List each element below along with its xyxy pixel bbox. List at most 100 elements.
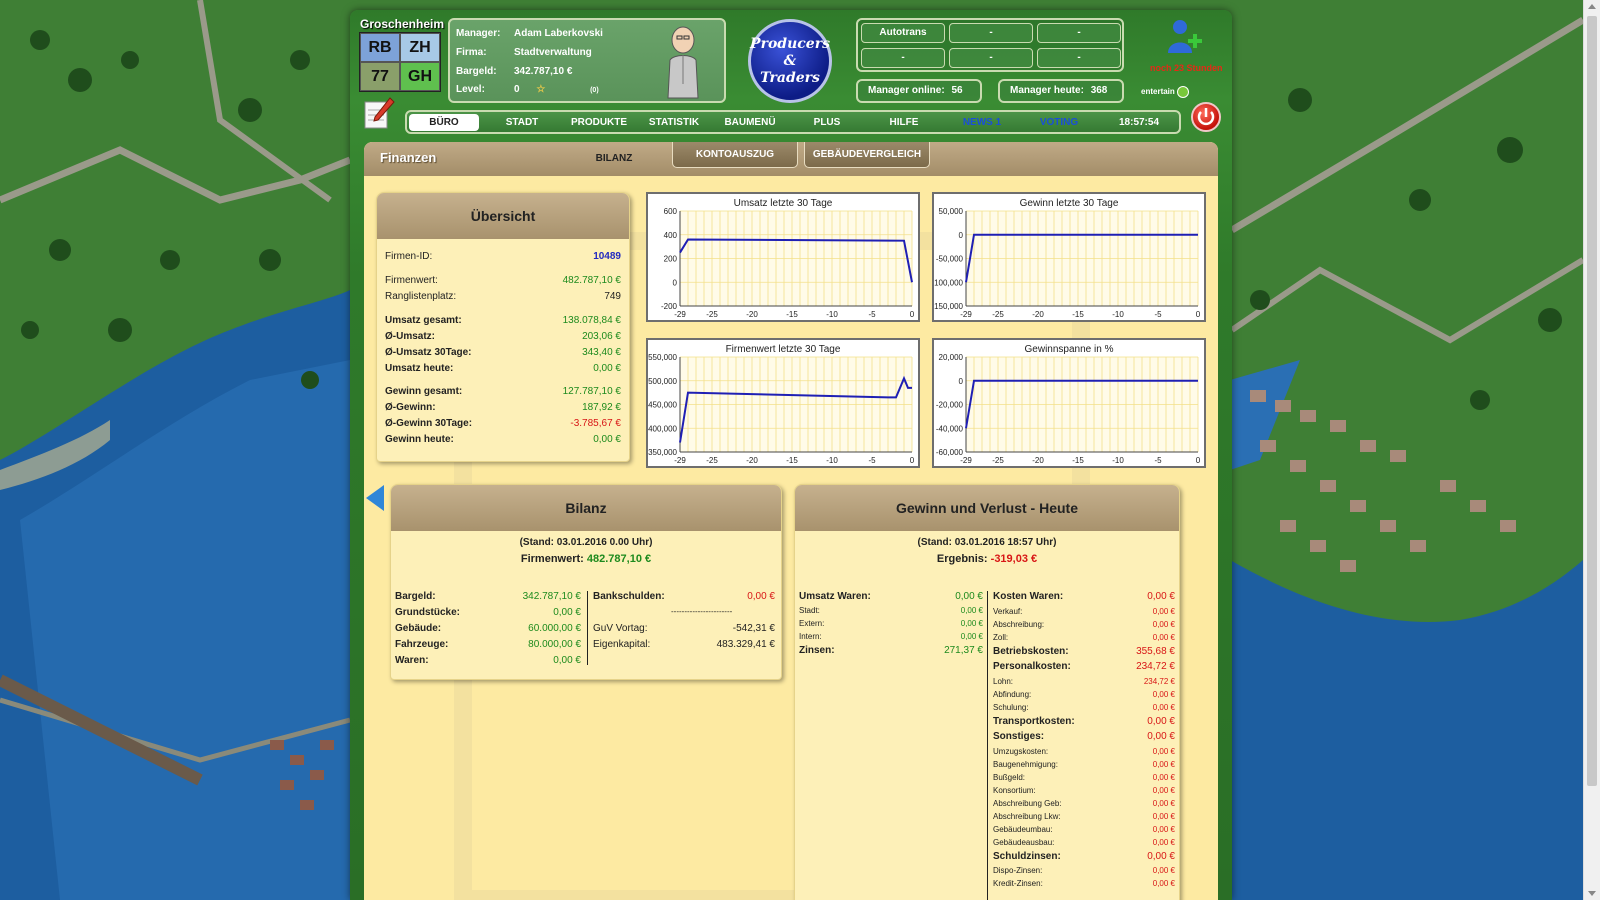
guv-ergebnis: Ergebnis: -319,03 €	[795, 553, 1179, 565]
power-icon	[1197, 108, 1215, 126]
nav-voting[interactable]: VOTING	[1024, 114, 1094, 131]
bilanz-aktiva-row-label: Gebäude:	[395, 623, 442, 634]
guv-aufwand-row-value: 0,00 €	[1152, 879, 1175, 888]
tab-gebaeudevergleich[interactable]: GEBÄUDEVERGLEICH	[804, 142, 930, 168]
tab-bilanz[interactable]: BILANZ	[574, 146, 654, 172]
slot-empty[interactable]: -	[1037, 23, 1121, 43]
nav-stadt[interactable]: STADT	[487, 114, 557, 131]
scroll-up-arrow[interactable]	[1588, 4, 1596, 9]
guv-ertrag-row-value: 0,00 €	[960, 606, 983, 615]
overview-row: Gewinn gesamt: 127.787,10 €	[385, 386, 621, 400]
bilanz-firmenwert-label: Firmenwert:	[520, 553, 584, 565]
overview-row-value: 138.078,84 €	[562, 315, 621, 326]
bilanz-firmenwert: Firmenwert: 482.787,10 €	[391, 553, 781, 565]
manager-label: Manager:	[456, 28, 501, 39]
guv-ertrag-row-label: Stadt:	[799, 606, 820, 615]
logout-power-button[interactable]	[1191, 102, 1221, 132]
nav-news[interactable]: NEWS 1	[947, 114, 1017, 131]
guv-aufwand-row: Dispo-Zinsen: 0,00 €	[993, 866, 1175, 880]
chart-umsatz: Umsatz letzte 30 Tage 600 400 200 0 -20 0 -29 -2…	[646, 192, 920, 322]
nav-baumenue[interactable]: BAUMENÜ	[710, 114, 790, 131]
y-tick-label: 350,000	[648, 448, 677, 457]
guv-aufwand-row: Abschreibung: 0,00 €	[993, 620, 1175, 634]
bilanz-aktiva-row: Gebäude: 60.000,00 €	[395, 623, 581, 637]
y-tick-label: 600	[664, 207, 678, 216]
nav-produkte[interactable]: PRODUKTE	[559, 114, 639, 131]
bilanz-aktiva-row-label: Bargeld:	[395, 591, 436, 602]
guv-aufwand-row-label: Kredit-Zinsen:	[993, 879, 1043, 888]
guv-aufwand-row-value: 0,00 €	[1152, 785, 1175, 795]
x-tick-label: 0	[910, 456, 915, 465]
x-tick-label: -15	[1072, 310, 1084, 319]
bilanz-passiva-row-label: Bankschulden:	[593, 591, 665, 602]
slot-empty[interactable]: -	[949, 23, 1033, 43]
guv-ertrag-row-value: 0,00 €	[960, 619, 983, 628]
city-cell[interactable]: GH	[400, 62, 440, 91]
city-selector[interactable]: RB ZH 77 GH	[359, 32, 441, 92]
guv-aufwand-row-label: Abschreibung Lkw:	[993, 811, 1061, 821]
bargeld-value: 342.787,10 €	[514, 66, 573, 77]
guv-aufwand-row-label: Bußgeld:	[993, 772, 1026, 782]
guv-aufwand-row-label: Verkauf:	[993, 606, 1023, 616]
nav-hilfe[interactable]: HILFE	[869, 114, 939, 131]
page-scrollbar[interactable]	[1583, 0, 1600, 900]
chart-gewinn: Gewinn letzte 30 Tage 50,000 0 -50,000 -100,…	[932, 192, 1206, 322]
x-tick-label: -10	[1112, 456, 1124, 465]
city-cell[interactable]: RB	[360, 33, 400, 62]
slot-empty[interactable]: -	[949, 48, 1033, 68]
slot-empty[interactable]: -	[1037, 48, 1121, 68]
manager-avatar	[667, 26, 699, 99]
guv-ergebnis-value: -319,03 €	[990, 553, 1038, 565]
notepad-pencil-icon[interactable]	[362, 96, 396, 130]
scrollbar-thumb[interactable]	[1587, 16, 1597, 786]
x-tick-label: -5	[868, 310, 876, 319]
city-cell[interactable]: ZH	[400, 33, 440, 62]
overview-row-value: 343,40 €	[582, 347, 621, 358]
guv-aufwand-row-label: Personalkosten:	[993, 661, 1071, 672]
bilanz-passiva-row-label: Eigenkapital:	[593, 639, 651, 650]
scroll-down-arrow[interactable]	[1588, 891, 1596, 896]
y-tick-label: 550,000	[648, 353, 677, 362]
guv-aufwand-row-value: 0,00 €	[1152, 689, 1175, 699]
guv-aufwand-row-value: 0,00 €	[1152, 619, 1175, 629]
guv-aufwand-row: Betriebskosten: 355,68 €	[993, 646, 1175, 660]
x-tick-label: -20	[746, 310, 758, 319]
manager-online-label: Manager online:	[868, 85, 945, 96]
y-tick-label: 400,000	[648, 424, 677, 433]
guv-aufwand-row: Sonstiges: 0,00 €	[993, 731, 1175, 745]
y-tick-label: 200	[664, 255, 678, 264]
guv-aufwand-row: Kredit-Zinsen: 0,00 €	[993, 879, 1175, 893]
slot-empty[interactable]: -	[861, 48, 945, 68]
bilanz-passiva-row: GuV Vortag: -542,31 €	[593, 623, 775, 637]
producers-traders-logo[interactable]: Producers & Traders	[748, 19, 832, 103]
guv-title: Gewinn und Verlust - Heute	[795, 485, 1179, 531]
add-user-icon[interactable]	[1166, 17, 1202, 57]
x-tick-label: -15	[786, 456, 798, 465]
guv-aufwand-row: Lohn: 234,72 €	[993, 677, 1175, 691]
collapse-arrow-icon[interactable]	[366, 485, 384, 511]
city-cell[interactable]: 77	[360, 62, 400, 91]
slot-autotrans[interactable]: Autotrans	[861, 23, 945, 43]
nav-plus[interactable]: PLUS	[792, 114, 862, 131]
x-tick-label: -29	[960, 456, 972, 465]
guv-aufwand-row-label: Schuldzinsen:	[993, 850, 1061, 862]
nav-buero[interactable]: BÜRO	[409, 114, 479, 131]
guv-aufwand-row: Bußgeld: 0,00 €	[993, 773, 1175, 787]
guv-aufwand-row: Personalkosten: 234,72 €	[993, 661, 1175, 675]
guv-ertrag-row-value: 271,37 €	[944, 645, 983, 656]
overview-row-label: Ø-Umsatz 30Tage:	[385, 347, 472, 358]
guv-aufwand-row-value: 0,00 €	[1152, 746, 1175, 756]
bilanz-aktiva-row: Bargeld: 342.787,10 €	[395, 591, 581, 605]
guv-aufwand-row: Schuldzinsen: 0,00 €	[993, 851, 1175, 865]
guv-card: Gewinn und Verlust - Heute (Stand: 03.01…	[794, 484, 1180, 900]
y-tick-label: 450,000	[648, 401, 677, 410]
guv-aufwand-row-label: Abschreibung Geb:	[993, 798, 1062, 808]
manager-info-box: Manager: Adam Laberkovski Firma: Stadtverw…	[448, 18, 726, 103]
overview-row: Gewinn heute: 0,00 €	[385, 434, 621, 448]
nav-statistik[interactable]: STATISTIK	[639, 114, 709, 131]
tab-kontoauszug[interactable]: KONTOAUSZUG	[672, 142, 798, 168]
guv-aufwand-row: Verkauf: 0,00 €	[993, 607, 1175, 621]
entertain-badge[interactable]: entertain	[1141, 86, 1189, 98]
overview-row: Ø-Gewinn: 187,92 €	[385, 402, 621, 416]
guv-aufwand-row: Transportkosten: 0,00 €	[993, 716, 1175, 730]
